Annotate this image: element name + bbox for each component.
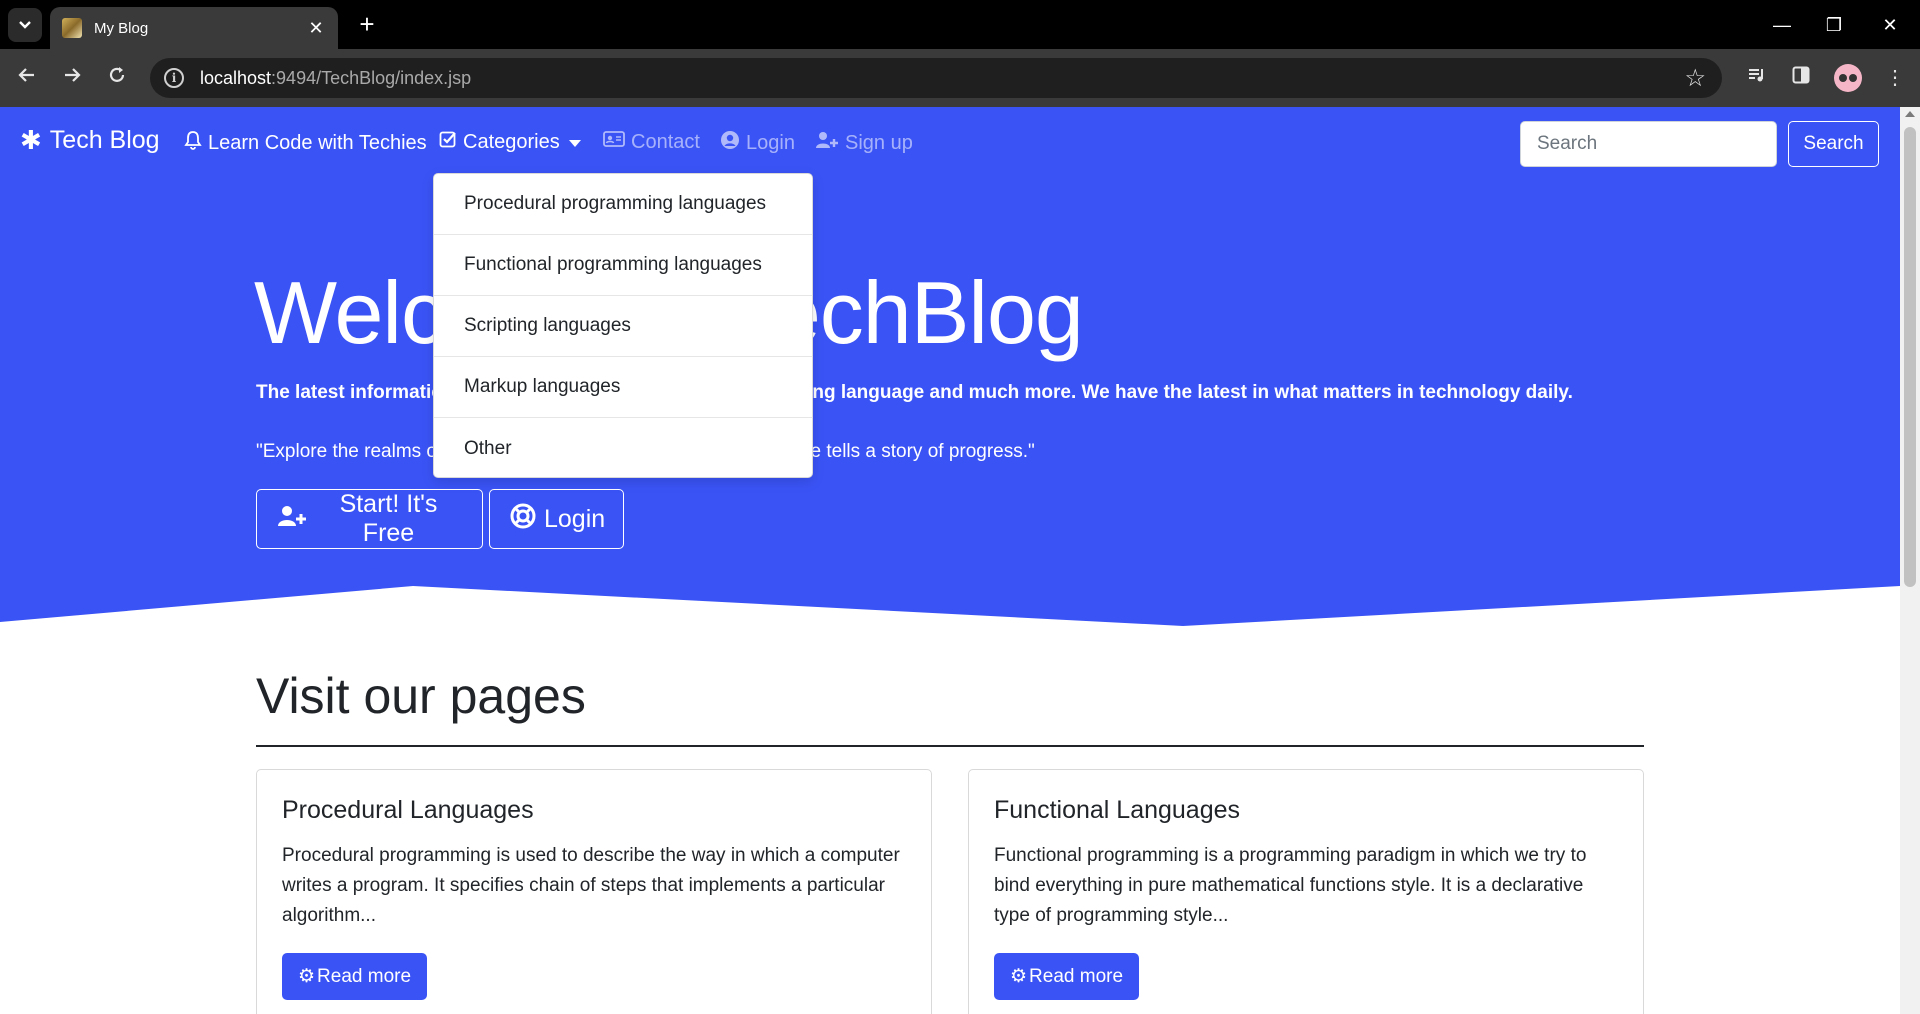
card-text: Procedural programming is used to descri…: [282, 845, 900, 926]
section-title: Visit our pages: [256, 668, 586, 724]
reload-icon[interactable]: [102, 63, 132, 93]
brand-text: Tech Blog: [49, 126, 160, 154]
favicon-icon: [62, 18, 82, 38]
nav-categories-label: Categories: [463, 130, 560, 153]
browser-tab-bar: My Blog ✕ + — ❐ ✕: [0, 0, 1920, 49]
nav-contact-label: Contact: [631, 130, 700, 153]
card-title: Functional Languages: [994, 796, 1241, 824]
dropdown-item-procedural[interactable]: Procedural programming languages: [434, 174, 812, 235]
browser-toolbar: i localhost:9494/TechBlog/index.jsp ☆ ⋮: [0, 49, 1920, 107]
new-tab-button[interactable]: +: [352, 10, 382, 40]
read-more-button[interactable]: ⚙ Read more: [282, 953, 428, 1000]
gears-icon: ⚙: [298, 966, 316, 987]
read-more-button[interactable]: ⚙ Read more: [994, 953, 1140, 1000]
hero-login-label: Login: [544, 504, 606, 533]
read-more-label: Read more: [1029, 965, 1124, 987]
bookmark-star-icon[interactable]: ☆: [1684, 64, 1706, 93]
scroll-up-arrow-icon[interactable]: [1905, 111, 1915, 117]
asterisk-icon: ✱: [20, 125, 42, 155]
nav-login-label: Login: [746, 131, 795, 154]
menu-dots-icon[interactable]: ⋮: [1880, 63, 1910, 93]
search-input[interactable]: [1520, 121, 1777, 167]
media-controls-icon[interactable]: [1742, 63, 1772, 93]
hero-login-button[interactable]: Login: [489, 489, 624, 549]
address-card-icon: [603, 130, 625, 154]
categories-dropdown-menu: Procedural programming languages Functio…: [433, 173, 813, 478]
scrollbar-thumb[interactable]: [1904, 127, 1916, 587]
minimize-button[interactable]: —: [1762, 10, 1802, 40]
section-divider: [256, 745, 1644, 747]
card-text: Functional programming is a programming …: [994, 845, 1587, 926]
chevron-down-icon: [19, 21, 31, 29]
tab-title: My Blog: [94, 19, 149, 37]
caret-down-icon: [568, 139, 581, 147]
address-bar[interactable]: i localhost:9494/TechBlog/index.jsp ☆: [150, 58, 1722, 98]
page-scrollbar[interactable]: [1900, 107, 1920, 1014]
check-square-icon: [439, 130, 457, 154]
hero-background: [0, 107, 1900, 626]
dropdown-item-functional[interactable]: Functional programming languages: [434, 235, 812, 296]
site-info-icon[interactable]: i: [164, 68, 184, 88]
bell-icon: [184, 130, 202, 156]
nav-learn-code-label: Learn Code with Techies: [208, 131, 427, 154]
side-panel-icon[interactable]: [1786, 63, 1816, 93]
gears-icon: ⚙: [1010, 966, 1028, 987]
forward-icon[interactable]: [57, 63, 87, 93]
start-free-button[interactable]: Start! It's Free: [256, 489, 483, 549]
dropdown-item-scripting[interactable]: Scripting languages: [434, 296, 812, 357]
dropdown-item-markup[interactable]: Markup languages: [434, 357, 812, 418]
tab-close-icon[interactable]: ✕: [306, 18, 326, 39]
card-title: Procedural Languages: [282, 796, 534, 824]
tab-search-button[interactable]: [8, 8, 42, 42]
user-circle-icon: [720, 130, 740, 156]
profile-avatar[interactable]: [1834, 64, 1862, 92]
nav-categories-toggle[interactable]: Categories: [439, 130, 581, 154]
back-icon[interactable]: [12, 63, 42, 93]
close-window-button[interactable]: ✕: [1870, 10, 1910, 40]
card-procedural: Procedural Languages Procedural programm…: [256, 769, 932, 1014]
page-viewport: ✱ Tech Blog Learn Code with Techies Cate…: [0, 107, 1900, 1014]
user-plus-icon: [277, 504, 307, 535]
start-free-label: Start! It's Free: [339, 490, 438, 547]
user-plus-icon: [815, 130, 839, 156]
card-functional: Functional Languages Functional programm…: [968, 769, 1644, 1014]
life-ring-icon: [510, 503, 536, 536]
nav-login[interactable]: Login: [720, 130, 795, 156]
search-button[interactable]: Search: [1788, 121, 1879, 167]
nav-learn-code[interactable]: Learn Code with Techies: [184, 130, 427, 156]
nav-signup[interactable]: Sign up: [815, 130, 913, 156]
url-host: localhost: [200, 67, 272, 88]
read-more-label: Read more: [317, 965, 412, 987]
dropdown-item-other[interactable]: Other: [434, 418, 812, 479]
nav-contact[interactable]: Contact: [603, 130, 700, 154]
restore-button[interactable]: ❐: [1814, 10, 1854, 40]
browser-tab[interactable]: My Blog ✕: [50, 7, 338, 49]
nav-signup-label: Sign up: [845, 131, 913, 154]
navbar-brand[interactable]: ✱ Tech Blog: [20, 125, 160, 156]
url-path: :9494/TechBlog/index.jsp: [271, 67, 472, 88]
